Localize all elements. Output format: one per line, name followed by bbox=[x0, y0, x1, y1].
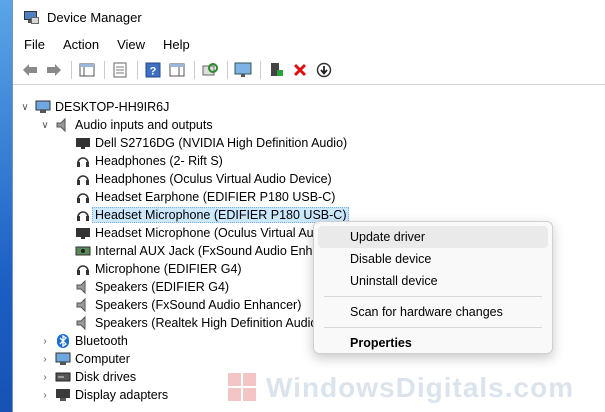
tree-category-label: Disk drives bbox=[75, 370, 137, 384]
device-label: Dell S2716DG (NVIDIA High Definition Aud… bbox=[95, 136, 348, 150]
device-label: Headset Microphone (Oculus Virtual Audio bbox=[95, 226, 331, 240]
speaker-icon bbox=[55, 117, 71, 133]
speaker-icon bbox=[75, 279, 91, 295]
chevron-right-icon[interactable]: › bbox=[39, 354, 51, 365]
speaker-icon bbox=[75, 297, 91, 313]
display-button[interactable] bbox=[232, 59, 254, 81]
enable-device-icon bbox=[271, 63, 283, 76]
help-button[interactable]: ? bbox=[142, 59, 164, 81]
window-title: Device Manager bbox=[47, 9, 142, 25]
computer-icon bbox=[55, 351, 71, 367]
properties-button[interactable] bbox=[109, 59, 131, 81]
bluetooth-icon bbox=[55, 333, 71, 349]
device-label: Speakers (Realtek High Definition Audio) bbox=[95, 316, 322, 330]
tree-device-item[interactable]: Headphones (2- Rift S) bbox=[13, 152, 605, 170]
tree-root-label: DESKTOP-HH9IR6J bbox=[55, 100, 170, 114]
properties-icon bbox=[113, 62, 127, 78]
update-driver-icon bbox=[316, 62, 332, 78]
tree-device-item[interactable]: Headphones (Oculus Virtual Audio Device) bbox=[13, 170, 605, 188]
context-menu: Update driver Disable device Uninstall d… bbox=[313, 221, 553, 354]
chevron-right-icon[interactable]: › bbox=[39, 372, 51, 383]
menu-separator bbox=[324, 327, 542, 328]
menu-update-driver[interactable]: Update driver bbox=[318, 226, 548, 248]
toolbar-separator bbox=[260, 61, 261, 79]
display-icon bbox=[234, 62, 252, 77]
headphones-icon bbox=[75, 261, 91, 277]
tree-category-audio[interactable]: ∨ Audio inputs and outputs bbox=[13, 116, 605, 134]
chevron-down-icon[interactable]: ∨ bbox=[39, 120, 51, 131]
disk-drive-icon bbox=[55, 369, 71, 385]
action-pane-icon bbox=[169, 63, 185, 77]
scan-hardware-icon bbox=[202, 63, 218, 76]
menu-disable-device[interactable]: Disable device bbox=[318, 248, 548, 270]
help-icon: ? bbox=[145, 62, 161, 78]
device-label: Speakers (FxSound Audio Enhancer) bbox=[95, 298, 302, 312]
back-button[interactable] bbox=[19, 59, 41, 81]
update-driver-button[interactable] bbox=[313, 59, 335, 81]
aux-jack-icon bbox=[75, 243, 91, 259]
toolbar-separator bbox=[227, 61, 228, 79]
chevron-right-icon[interactable]: › bbox=[39, 390, 51, 401]
menu-properties[interactable]: Properties bbox=[318, 332, 548, 354]
device-label: Headphones (2- Rift S) bbox=[95, 154, 223, 168]
headphones-icon bbox=[75, 171, 91, 187]
menu-uninstall-device[interactable]: Uninstall device bbox=[318, 270, 548, 292]
forward-button[interactable] bbox=[43, 59, 65, 81]
tree-category-label: Bluetooth bbox=[75, 334, 128, 348]
menu-view[interactable]: View bbox=[108, 34, 154, 56]
svg-text:?: ? bbox=[150, 66, 157, 78]
toolbar-separator bbox=[194, 61, 195, 79]
device-label: Internal AUX Jack (FxSound Audio Enhan bbox=[95, 244, 327, 258]
monitor-icon bbox=[75, 135, 91, 151]
toolbar: ? bbox=[13, 56, 605, 85]
windowsdigitals-logo-icon bbox=[228, 373, 258, 403]
toolbar-separator bbox=[71, 61, 72, 79]
device-label: Headphones (Oculus Virtual Audio Device) bbox=[95, 172, 332, 186]
speaker-icon bbox=[75, 315, 91, 331]
chevron-right-icon[interactable]: › bbox=[39, 336, 51, 347]
monitor-icon bbox=[75, 225, 91, 241]
headphones-icon bbox=[75, 189, 91, 205]
enable-device-button[interactable] bbox=[265, 59, 287, 81]
forward-icon bbox=[47, 64, 61, 76]
menu-action[interactable]: Action bbox=[54, 34, 108, 56]
toolbar-separator bbox=[137, 61, 138, 79]
menu-help[interactable]: Help bbox=[154, 34, 199, 56]
watermark-text: WindowsDigitals.com bbox=[266, 372, 575, 403]
uninstall-device-button[interactable] bbox=[289, 59, 311, 81]
toolbar-separator bbox=[104, 61, 105, 79]
show-hide-console-tree-button[interactable] bbox=[76, 59, 98, 81]
uninstall-icon bbox=[293, 63, 307, 77]
title-bar: Device Manager bbox=[13, 0, 605, 34]
show-hide-tree-icon bbox=[79, 63, 95, 77]
tree-device-item[interactable]: Headset Earphone (EDIFIER P180 USB-C) bbox=[13, 188, 605, 206]
back-icon bbox=[23, 64, 37, 76]
headphones-icon bbox=[75, 153, 91, 169]
tree-category-label: Audio inputs and outputs bbox=[75, 118, 213, 132]
headset-microphone-icon bbox=[75, 207, 91, 223]
menu-bar: File Action View Help bbox=[13, 34, 605, 56]
display-adapter-icon bbox=[55, 387, 71, 403]
tree-root[interactable]: ∨ DESKTOP-HH9IR6J bbox=[13, 98, 605, 116]
tree-device-item[interactable]: Dell S2716DG (NVIDIA High Definition Aud… bbox=[13, 134, 605, 152]
menu-separator bbox=[324, 296, 542, 297]
menu-file[interactable]: File bbox=[15, 34, 54, 56]
tree-category-label: Computer bbox=[75, 352, 130, 366]
device-label: Speakers (EDIFIER G4) bbox=[95, 280, 230, 294]
device-label: Microphone (EDIFIER G4) bbox=[95, 262, 242, 276]
device-label: Headset Microphone (EDIFIER P180 USB-C) bbox=[92, 207, 350, 223]
watermark: WindowsDigitals.com bbox=[228, 372, 574, 404]
computer-icon bbox=[35, 99, 51, 115]
scan-hardware-button[interactable] bbox=[199, 59, 221, 81]
menu-scan-hardware-changes[interactable]: Scan for hardware changes bbox=[318, 301, 548, 323]
device-manager-app-icon bbox=[23, 9, 39, 25]
chevron-down-icon[interactable]: ∨ bbox=[19, 102, 31, 113]
tree-category-label: Display adapters bbox=[75, 388, 169, 402]
device-label: Headset Earphone (EDIFIER P180 USB-C) bbox=[95, 190, 336, 204]
action-pane-button[interactable] bbox=[166, 59, 188, 81]
